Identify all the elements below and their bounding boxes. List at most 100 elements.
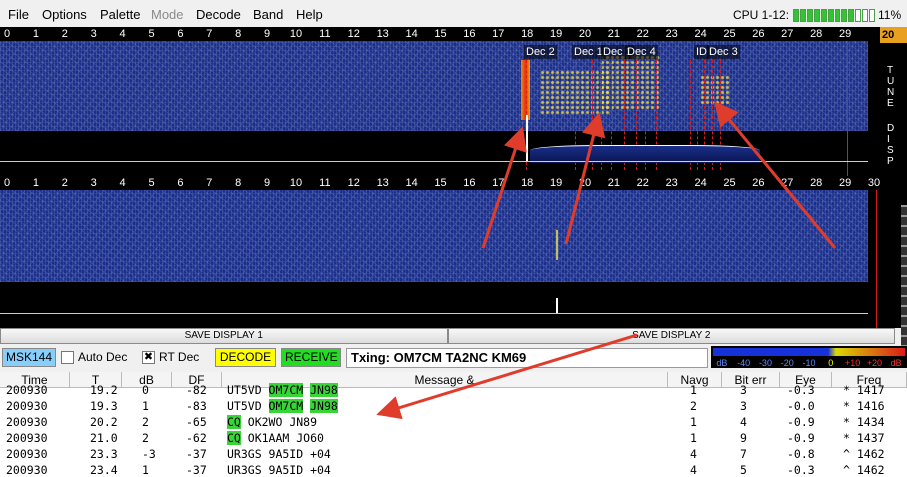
menu-decode[interactable]: Decode: [196, 7, 241, 22]
highlighted-token: JN98: [310, 399, 338, 413]
cell-eye: -0.3: [787, 383, 815, 397]
cell-freq: ^ 1462: [843, 463, 885, 477]
save-display-1-button[interactable]: SAVE DISPLAY 1: [0, 328, 448, 344]
spectrum-bottom: [0, 282, 868, 328]
scale-tick-label: 7: [206, 28, 213, 40]
table-row[interactable]: 200930 23.4 1 -37 UR3GS 9A5ID +04 4 5 -0.3 ^ 146…: [0, 463, 907, 477]
rt-dec-checkbox[interactable]: ✖ RT Dec: [142, 350, 199, 364]
level-meter-tick: 0: [828, 358, 834, 368]
marker-line: [876, 190, 877, 328]
scale-tick-label: 10: [289, 177, 303, 189]
decode-button[interactable]: DECODE: [215, 348, 276, 367]
mode-indicator: MSK144: [2, 348, 56, 367]
table-row[interactable]: 200930 21.0 2 -62 CQ OK1AAM JO60 1 9 -0.9 * 1437: [0, 431, 907, 446]
table-row[interactable]: 200930 19.2 0 -82 UT5VD OM7CM JN98 1 3 -0.3 * 14…: [0, 383, 907, 398]
cell-df: -83: [186, 399, 207, 413]
scale-tick-label: 8: [235, 177, 242, 189]
rt-dec-box[interactable]: ✖: [142, 350, 155, 364]
auto-dec-checkbox[interactable]: Auto Dec: [61, 350, 127, 364]
decode-table[interactable]: Time TdB DF Message & Navg Bit err Eye Freq 200…: [0, 372, 907, 477]
cpu-meter-segment: [869, 9, 876, 22]
cell-db: 0: [142, 383, 149, 397]
save-bar: SAVE DISPLAY 1 SAVE DISPLAY 2: [0, 328, 895, 344]
cell-biterr: 7: [740, 447, 747, 461]
scale-tick-label: 30: [867, 177, 881, 189]
menu-file[interactable]: File: [8, 7, 29, 22]
side-letter: D: [887, 123, 895, 134]
cell-t: 19.3: [90, 399, 118, 413]
scale-tick-label: 11: [319, 28, 331, 40]
scale-tick-label: 0: [3, 177, 11, 189]
waterfall-bottom[interactable]: [0, 190, 868, 328]
scale-tick-label: 27: [781, 177, 794, 189]
scale-tick-label: 17: [492, 28, 505, 40]
frequency-scale-bottom: 0 1 2 3 4 5 6 7 8 9 10 11 12 13 14 15 16 17 18 19 20 21 22 23 24…: [0, 176, 880, 190]
auto-dec-label: Auto Dec: [78, 350, 128, 364]
spectrum-baseline: [0, 161, 868, 162]
scale-tick-label: 23: [665, 177, 678, 189]
scale-tick-label: 14: [405, 177, 418, 189]
menu-help[interactable]: Help: [296, 7, 323, 22]
scale-tick-label: 12: [347, 177, 360, 189]
cell-biterr: 9: [740, 431, 747, 445]
level-meter-tick: -10: [802, 358, 816, 368]
scale-tick-label: 16: [463, 28, 476, 40]
scale-tick-label: 6: [177, 28, 184, 40]
cell-biterr: 5: [740, 463, 747, 477]
level-meter-tick: -40: [737, 358, 751, 368]
cpu-meter-segment: [813, 9, 820, 22]
auto-dec-box[interactable]: [61, 350, 74, 364]
table-row[interactable]: 200930 23.3 -3 -37 UR3GS 9A5ID +04 4 7 -0.8 ^ 14…: [0, 447, 907, 462]
txing-message: Txing: OM7CM TA2NC KM69: [346, 348, 708, 368]
scale-tick-label: 12: [347, 28, 360, 40]
scale-tick-label: 25: [723, 177, 736, 189]
side-slider[interactable]: [901, 205, 907, 355]
cell-freq: * 1437: [843, 431, 885, 445]
cell-time: 200930: [6, 463, 48, 477]
cell-msg: CQ OK2WO JN89: [227, 415, 317, 430]
waterfall-bottom-image: [0, 190, 868, 282]
cell-t: 23.3: [90, 447, 118, 461]
menu-band[interactable]: Band: [253, 7, 283, 22]
cpu-meter-segment: [862, 9, 869, 22]
scale-tick-label: 14: [405, 28, 418, 40]
waterfall-decode-tag: Dec 3: [707, 45, 740, 59]
table-row[interactable]: 200930 20.2 2 -65 CQ OK2WO JN89 1 4 -0.9 * 1434: [0, 415, 907, 430]
cell-freq: ^ 1462: [843, 447, 885, 461]
scale-tick-label: 5: [148, 177, 155, 189]
cell-t: 21.0: [90, 431, 118, 445]
scale-tick-label: 25: [723, 28, 736, 40]
scale-tick-label: 4: [119, 28, 126, 40]
scale-tick-label: 18: [521, 28, 534, 40]
save-display-2-button[interactable]: SAVE DISPLAY 2: [447, 328, 895, 344]
cell-db: 2: [142, 431, 149, 445]
side-letter: S: [887, 145, 894, 156]
receive-button[interactable]: RECEIVE: [281, 348, 341, 367]
cpu-meter-segment: [799, 9, 806, 22]
level-meter: dB -40 -30 -20 -10 0 +10 +20 dB: [711, 346, 907, 368]
table-row[interactable]: 200930 19.3 1 -83 UT5VD OM7CM JN98 2 3 -0.0 * 14…: [0, 399, 907, 414]
waterfall-decode-tag: Dec 2: [524, 45, 557, 59]
side-letter: T: [887, 65, 894, 76]
cell-eye: -0.3: [787, 463, 815, 477]
marker-line: [847, 41, 848, 176]
menu-options[interactable]: Options: [42, 7, 87, 22]
side-letter: P: [887, 156, 894, 167]
side-top-label: 20: [880, 27, 907, 43]
highlighted-token: OM7CM: [268, 383, 304, 397]
cell-msg: UR3GS 9A5ID +04: [227, 463, 331, 477]
scale-tick-label: 20: [578, 28, 592, 40]
waterfall-decode-tag: Dec 1: [572, 45, 605, 59]
cell-navg: 4: [690, 447, 697, 461]
scale-tick-label: 2: [61, 177, 68, 189]
scale-tick-label: 29: [838, 177, 852, 189]
scale-tick-label: 21: [607, 177, 621, 189]
highlighted-token: OM7CM: [268, 399, 304, 413]
cpu-meter-segment: [827, 9, 834, 22]
cell-t: 23.4: [90, 463, 118, 477]
menu-palette[interactable]: Palette: [100, 7, 140, 22]
cell-freq: * 1434: [843, 415, 885, 429]
cell-db: 1: [142, 399, 149, 413]
side-letter: U: [887, 76, 895, 87]
side-letters: TUNE DISP: [887, 65, 894, 167]
